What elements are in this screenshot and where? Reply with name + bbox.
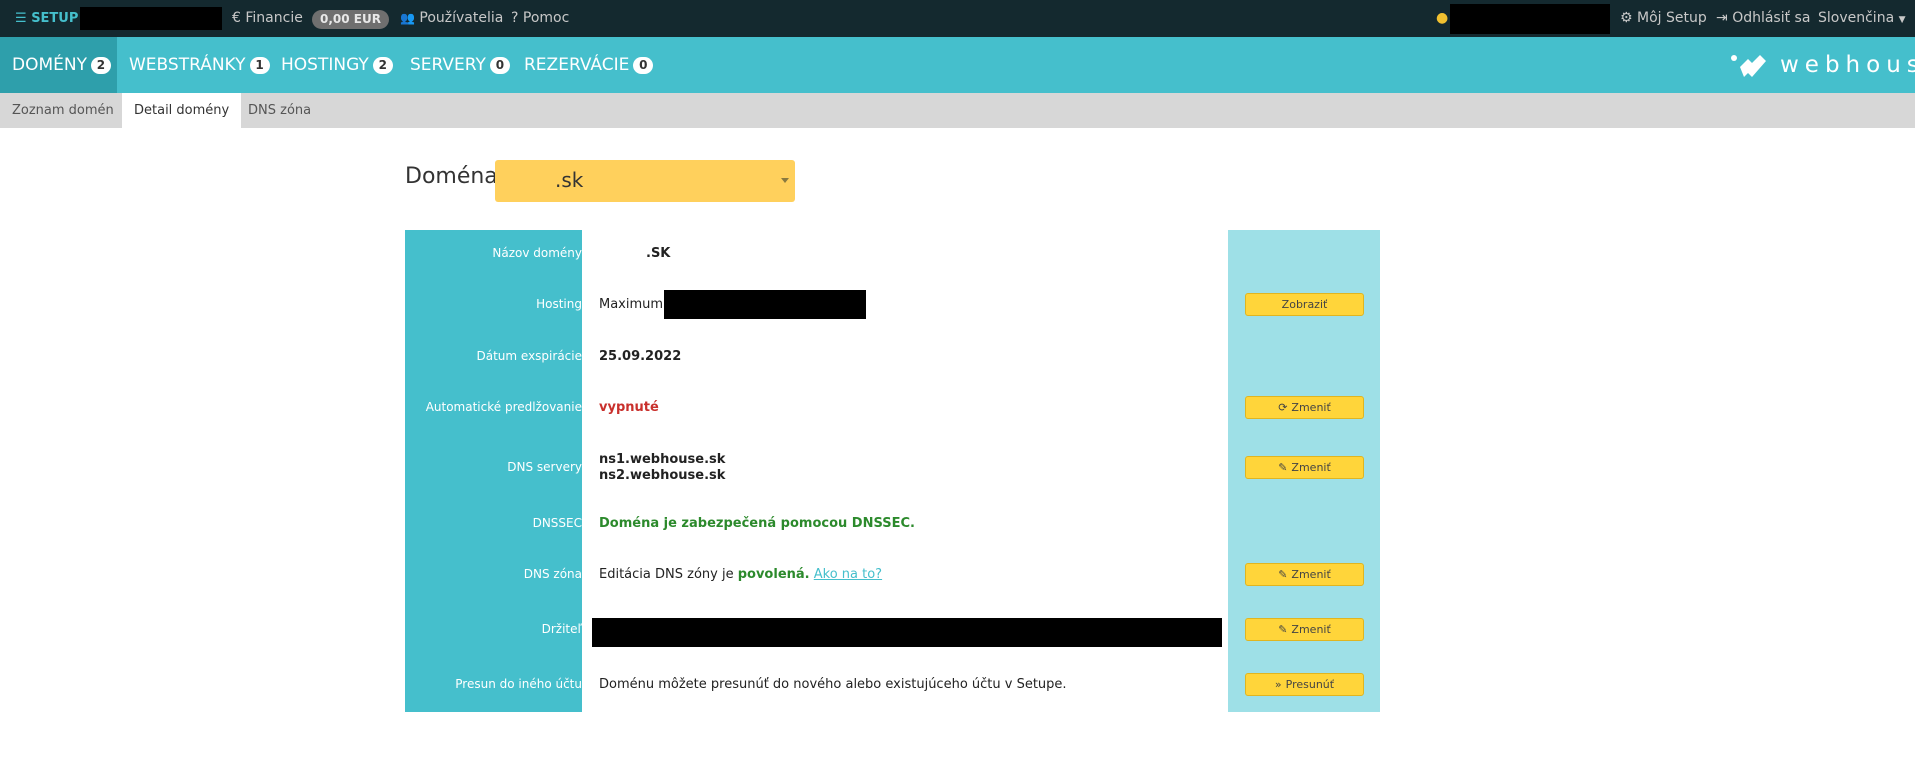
tab-webstranky[interactable]: WEBSTRÁNKY 1 [129,37,270,93]
tab-label: HOSTINGY [281,55,369,75]
row-label-dns-servery: DNS servery [507,460,582,474]
row-label-datum-exspiracie: Dátum exspirácie [476,349,583,363]
tab-count: 0 [489,57,510,74]
row-label-presun: Presun do iného účtu [455,677,582,691]
caret-down-icon: ▼ [1898,15,1906,25]
users-link[interactable]: 👥 Používatelia [400,0,503,37]
gear-icon: ⚙ [1620,10,1633,26]
my-setup-label: Môj Setup [1637,10,1707,26]
sub-nav: Zoznam domén Detail domény DNS zóna [0,93,1915,128]
change-holder-button[interactable]: ✎ Zmeniť [1245,618,1364,641]
redacted-user-name [1450,4,1610,34]
tab-servery[interactable]: SERVERY 0 [410,37,510,93]
dnssec-status: Doména je zabezpečená pomocou DNSSEC. [599,516,915,531]
tab-label: REZERVÁCIE [524,55,630,75]
tab-hostingy[interactable]: HOSTINGY 2 [281,37,393,93]
balance-badge: 0,00 EUR [312,10,389,29]
auto-renew-status: vypnuté [599,400,659,415]
caret-down-icon [781,178,789,183]
how-to-link[interactable]: Ako na to? [814,567,882,582]
top-bar: ☰ SETUP € Financie 0,00 EUR 👥 Používatel… [0,0,1915,37]
button-label: Zmeniť [1291,461,1331,474]
language-label: Slovenčina [1818,10,1895,26]
show-hosting-button[interactable]: Zobraziť [1245,293,1364,316]
logout-link[interactable]: ⇥ Odhlásiť sa [1716,0,1810,37]
sign-out-icon: ⇥ [1716,10,1728,26]
row-label-nazov-domeny: Názov domény [492,246,582,260]
hosting-value: Maximum [599,297,664,312]
subtab-dns-zona[interactable]: DNS zóna [236,93,323,128]
pencil-icon: ✎ [1278,461,1288,474]
dns-zone-text: Editácia DNS zóny je [599,567,734,582]
user-icon: ● [1436,10,1449,26]
tab-rezervacie[interactable]: REZERVÁCIE 0 [524,37,654,93]
language-dropdown[interactable]: Slovenčina ▼ [1818,0,1906,37]
domain-label: Doména [405,164,498,189]
dns-server-1: ns1.webhouse.sk [599,452,726,467]
domain-select-value: .sk [555,168,584,192]
transfer-button[interactable]: » Presunúť [1245,673,1364,696]
tab-label: WEBSTRÁNKY [129,55,246,75]
dns-zone-value: Editácia DNS zóny je povolená. Ako na to… [599,567,882,582]
tab-label: SERVERY [410,55,486,75]
subtab-detail-domeny[interactable]: Detail domény [122,93,242,128]
help-label: Pomoc [522,10,570,26]
tab-count: 1 [249,57,270,74]
expiration-date-value: 25.09.2022 [599,349,682,364]
button-label: Zobraziť [1281,298,1328,311]
row-label-automaticke-predlzovanie: Automatické predlžovanie [425,400,582,414]
my-setup-link[interactable]: ⚙ Môj Setup [1620,0,1707,37]
menu-icon: ☰ [15,11,27,26]
pencil-icon: ✎ [1278,623,1288,636]
euro-icon: € [232,10,241,26]
tab-count: 0 [633,57,654,74]
tab-domeny[interactable]: DOMÉNY 2 [0,37,117,93]
row-label-dnssec: DNSSEC [532,516,582,530]
refresh-icon: ⟳ [1278,401,1288,414]
button-label: Zmeniť [1291,623,1331,636]
redacted-account-name [80,7,222,30]
main-nav: DOMÉNY 2 WEBSTRÁNKY 1 HOSTINGY 2 SERVERY 0 R… [0,37,1915,93]
button-label: Zmeniť [1291,401,1331,414]
tab-count: 2 [372,57,393,74]
subtab-zoznam-domen[interactable]: Zoznam domén [0,93,126,128]
row-label-dns-zona: DNS zóna [523,567,582,581]
redacted-holder [592,618,1222,647]
users-icon: 👥 [400,11,415,25]
logout-label: Odhlásiť sa [1732,10,1811,26]
tab-count: 2 [90,57,111,74]
setup-menu-button[interactable]: ☰ SETUP [15,0,78,37]
button-label: Zmeniť [1291,568,1331,581]
change-auto-renew-button[interactable]: ⟳ Zmeniť [1245,396,1364,419]
users-label: Používatelia [419,10,504,26]
domain-name-value: .SK [646,246,671,261]
button-label: Presunúť [1285,678,1335,691]
dns-server-2: ns2.webhouse.sk [599,468,726,483]
domain-select[interactable]: .sk [495,160,795,202]
double-chevron-right-icon: » [1274,678,1282,691]
tab-label: DOMÉNY [12,55,87,75]
pencil-icon: ✎ [1278,568,1288,581]
row-label-drzitel: Držiteľ [541,622,582,636]
question-icon: ? [511,10,519,26]
webhouse-logo-icon [1731,55,1766,77]
financie-label: Financie [245,10,303,26]
row-label-hosting: Hosting [536,297,582,311]
redacted-hosting-name [664,290,866,319]
financie-link[interactable]: € Financie [232,0,303,37]
setup-label: SETUP [31,11,79,26]
dns-zone-status: povolená. [737,567,810,582]
change-dns-servers-button[interactable]: ✎ Zmeniť [1245,456,1364,479]
help-link[interactable]: ? Pomoc [511,0,569,37]
change-dns-zone-button[interactable]: ✎ Zmeniť [1245,563,1364,586]
webhouse-logo-text: webhouse [1780,52,1915,78]
transfer-description: Doménu môžete presunúť do nového alebo e… [599,677,1067,692]
